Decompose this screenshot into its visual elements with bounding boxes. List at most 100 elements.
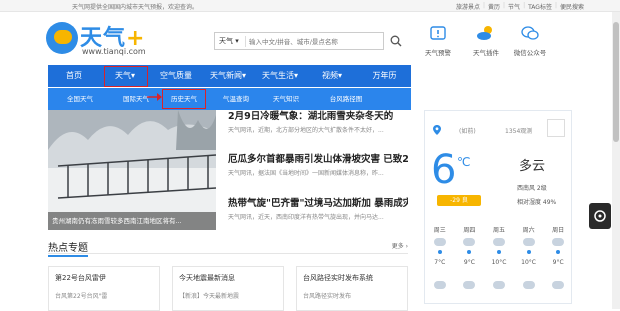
topic-card[interactable]: 今天地震最新消息 【新浪】今天最新地震 (172, 266, 284, 311)
link-solar-terms[interactable]: 节气 (508, 2, 520, 11)
arrow-right-icon (147, 93, 162, 101)
highlight-box-weather (104, 66, 148, 87)
cloud-icon (522, 238, 535, 246)
wechat-label: 微信公众号 (513, 49, 547, 57)
cloud-icon (552, 281, 565, 289)
hero-caption: 贵州湖南仍有冻雨雪较多西南江南地区将有... (48, 212, 216, 230)
topic-card-title: 第22号台风雷伊 (55, 274, 106, 282)
forecast-day: 周三 (425, 225, 455, 254)
forecast-temp: 10°C (491, 259, 507, 266)
top-bar: 天气网提供全国国内城市天气预报，欢迎查询。 旅游景点 | 黄历 | 节气 | TAG标… (0, 0, 620, 12)
news-title[interactable]: 厄瓜多尔首都暴雨引发山体滑坡灾害 已致28人 (228, 151, 408, 165)
site-notice: 天气网提供全国国内城市天气预报，欢迎查询。 (72, 4, 199, 11)
floating-share-button[interactable] (589, 203, 611, 229)
highlight-box-history (162, 89, 206, 109)
news-desc: 天气网讯，近期，北方部分地区的大气扩散条件不太好，... (228, 127, 384, 134)
observation-count: 1354观测 (505, 128, 533, 135)
subnav-temperature[interactable]: 气温查询 (212, 88, 260, 110)
news-item[interactable]: 厄瓜多尔首都暴雨引发山体滑坡灾害 已致28人 天气网讯，据法国《当地时间》一国新… (228, 151, 408, 177)
wind-info: 西南风 2级 (517, 185, 547, 192)
nav-weather-news[interactable]: 天气新闻▾ (202, 65, 254, 87)
forecast-temp: 7°C (434, 259, 446, 266)
sun-cloud-icon (477, 26, 492, 40)
forecast-day: 周五 (484, 225, 514, 254)
weather-alert-tool[interactable]: 天气预警 (418, 24, 458, 57)
cloud-icon (433, 238, 446, 246)
scrollbar[interactable] (612, 12, 620, 309)
top-links: 旅游景点 | 黄历 | 节气 | TAG标签 | 便民搜索 (455, 2, 584, 11)
link-almanac[interactable]: 黄历 (488, 2, 500, 11)
cloud-icon (552, 238, 565, 246)
search-divider (245, 36, 246, 47)
humidity-info: 相对湿度 49% (517, 199, 557, 206)
weather-plugin-tool[interactable]: 天气插件 (466, 24, 506, 57)
cloud-icon (433, 281, 446, 289)
scrollbar-thumb[interactable] (613, 22, 619, 142)
search-type-select[interactable]: 天气 ▾ (219, 36, 239, 46)
topic-card-sub: 台风路径实时发布 (303, 293, 352, 300)
forecast-temp: 9°C (552, 259, 564, 266)
news-title[interactable]: 热带气旋"巴齐雷"过境马达加斯加 暴雨成灾 (228, 195, 408, 209)
forecast-low-icons (425, 277, 573, 293)
link-travel[interactable]: 旅游景点 (456, 2, 480, 11)
primary-nav: 首页 天气▾ 空气质量 天气新闻▾ 天气生活▾ 视频▾ 万年历 (48, 65, 411, 87)
subnav-knowledge[interactable]: 天气知识 (262, 88, 310, 110)
weather-condition: 多云 (519, 159, 546, 174)
search-icon[interactable] (390, 35, 402, 47)
forecast-row: 周三 周四 周五 周六 周日 (425, 225, 573, 254)
temperature-unit: ℃ (457, 155, 471, 169)
nav-home[interactable]: 首页 (48, 65, 100, 87)
cloud-icon (492, 238, 505, 246)
news-item[interactable]: 2月9日冷暖气象：湖北雨雪夹杂冬天的 天气网讯，近期，北方部分地区的大气扩散条件… (228, 108, 408, 134)
qr-code-icon[interactable] (547, 119, 565, 137)
nav-video[interactable]: 视频▾ (306, 65, 358, 87)
weather-plugin-label: 天气插件 (473, 49, 499, 57)
topic-card-sub: 【新浪】今天最新地震 (179, 293, 240, 300)
search-box: 天气 ▾ (214, 32, 384, 50)
wechat-tool[interactable]: 微信公众号 (510, 24, 550, 57)
forecast-temp: 9°C (463, 259, 475, 266)
topic-card[interactable]: 第22号台风雷伊 台风第22号台风"雷 (48, 266, 160, 311)
cloud-icon (492, 281, 505, 289)
weather-card[interactable]: (如前) 1354观测 6 ℃ 多云 -29 良 西南风 2级 相对湿度 49%… (424, 110, 572, 304)
nav-air-quality[interactable]: 空气质量 (150, 65, 202, 87)
forecast-temp: 10°C (521, 259, 536, 266)
forecast-temps: 7°C 9°C 10°C 10°C 9°C (425, 259, 573, 266)
logo-bubble (54, 30, 72, 44)
wechat-icon (521, 26, 539, 40)
link-tags[interactable]: TAG标签 (528, 2, 552, 11)
cloud-icon (463, 238, 476, 246)
topic-cards: 第22号台风雷伊 台风第22号台风"雷 今天地震最新消息 【新浪】今天最新地震 … (48, 266, 408, 311)
logo-url: www.tianqi.com (82, 47, 146, 56)
news-item[interactable]: 热带气旋"巴齐雷"过境马达加斯加 暴雨成灾 天气网讯，近天，西南印度洋有热带气旋… (228, 195, 408, 221)
forecast-day: 周四 (455, 225, 485, 254)
nav-calendar[interactable]: 万年历 (358, 65, 411, 87)
topic-card[interactable]: 台风路径实时发布系统 台风路径实时发布 (296, 266, 408, 311)
hot-topics-header: 热点专题 更多 › (48, 238, 408, 257)
forecast-day: 周六 (514, 225, 544, 254)
hero-news-image[interactable]: 贵州湖南仍有冻雨雪较多西南江南地区将有... (48, 110, 216, 230)
forecast-day: 周日 (543, 225, 573, 254)
nav-weather-life[interactable]: 天气生活▾ (254, 65, 306, 87)
current-temperature: 6 (431, 147, 457, 193)
alert-icon (430, 26, 446, 40)
air-quality-badge: -29 良 (437, 195, 481, 206)
link-convenience[interactable]: 便民搜索 (560, 2, 584, 11)
secondary-nav: 全国天气 国际天气 历史天气 气温查询 天气知识 台风路径图 (48, 88, 411, 110)
news-desc: 天气网讯，据法国《当地时间》一国新闻媒体消息称，昨... (228, 170, 384, 177)
subnav-typhoon[interactable]: 台风路径图 (316, 88, 376, 110)
weather-date-label: (如前) (459, 128, 476, 135)
topic-card-sub: 台风第22号台风"雷 (55, 293, 108, 300)
news-title[interactable]: 2月9日冷暖气象：湖北雨雪夹杂冬天的 (228, 108, 408, 122)
weather-alert-label: 天气预警 (425, 49, 451, 57)
more-link[interactable]: 更多 › (392, 241, 408, 250)
cloud-icon (463, 281, 476, 289)
subnav-national[interactable]: 全国天气 (56, 88, 104, 110)
news-desc: 天气网讯，近天，西南印度洋有热带气旋出现，并向马达... (228, 214, 384, 221)
topic-card-title: 今天地震最新消息 (179, 274, 235, 282)
hot-topics-title: 热点专题 (48, 239, 88, 257)
site-logo[interactable]: 天气+ www.tianqi.com (42, 18, 150, 60)
topic-card-title: 台风路径实时发布系统 (303, 274, 373, 282)
location-icon (433, 125, 441, 135)
search-input[interactable] (249, 35, 379, 48)
